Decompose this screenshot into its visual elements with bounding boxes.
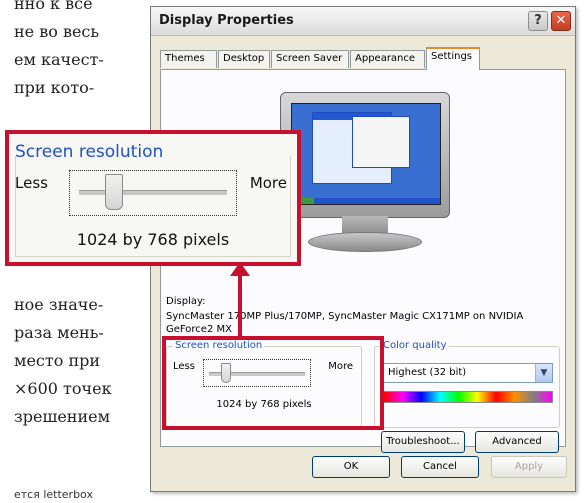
apply-button[interactable]: Apply xyxy=(491,456,567,478)
tab-appearance[interactable]: Appearance xyxy=(350,50,425,68)
background-text-line: ×600 точек xyxy=(14,379,112,398)
title-bar[interactable]: Display Properties ? ✕ xyxy=(151,7,575,36)
troubleshoot-button[interactable]: Troubleshoot... xyxy=(381,431,465,453)
close-icon[interactable]: ✕ xyxy=(551,11,571,31)
preview-window-secondary xyxy=(352,116,410,168)
color-quality-group: Color quality Highest (32 bit) ▼ xyxy=(374,340,560,428)
chevron-down-icon[interactable]: ▼ xyxy=(535,364,552,382)
callout-legend: Screen resolution xyxy=(15,142,164,162)
callout-slider-track xyxy=(79,190,227,195)
ok-button[interactable]: OK xyxy=(312,456,390,478)
display-value: SyncMaster 170MP Plus/170MP, SyncMaster … xyxy=(166,311,524,335)
background-text-line: не во весь xyxy=(14,22,100,41)
color-quality-legend: Color quality xyxy=(381,340,449,351)
background-text-line: ем качест- xyxy=(14,50,104,69)
callout-resolution-value: 1024 by 768 pixels xyxy=(76,230,230,249)
display-label: Display: xyxy=(166,296,206,307)
monitor-screen xyxy=(291,103,441,205)
preview-taskbar xyxy=(292,198,440,204)
callout-arrow-head xyxy=(230,262,250,276)
monitor-preview xyxy=(280,92,450,260)
background-text-line: зрешением xyxy=(14,407,111,426)
callout-less-label: Less xyxy=(15,174,48,192)
callout-more-label: More xyxy=(249,174,287,192)
tab-themes[interactable]: Themes xyxy=(160,50,217,68)
monitor-bezel xyxy=(280,92,450,218)
background-text-line: при кото- xyxy=(14,78,95,97)
background-text-line: место при xyxy=(14,351,101,370)
dialog-title: Display Properties xyxy=(159,13,294,28)
background-text-line: нно к все xyxy=(14,0,93,13)
background-text-line: ное значе- xyxy=(14,295,104,314)
tab-screen-saver[interactable]: Screen Saver xyxy=(271,50,349,68)
screen-resolution-callout: Screen resolution Less More 1024 by 768 … xyxy=(5,130,301,266)
background-text-line: ется letterbox xyxy=(14,488,93,501)
callout-arrow-shaft xyxy=(238,272,242,336)
background-text-line: раза мень- xyxy=(14,323,104,342)
cancel-button[interactable]: Cancel xyxy=(401,456,479,478)
help-icon[interactable]: ? xyxy=(528,11,548,31)
advanced-button[interactable]: Advanced xyxy=(475,431,559,453)
tab-desktop[interactable]: Desktop xyxy=(218,50,270,68)
tab-settings[interactable]: Settings xyxy=(426,47,480,70)
highlight-box xyxy=(162,336,384,430)
color-quality-select[interactable]: Highest (32 bit) ▼ xyxy=(383,363,553,383)
color-spectrum-bar xyxy=(383,391,553,403)
monitor-base xyxy=(308,232,422,252)
callout-slider-thumb xyxy=(105,174,123,210)
color-quality-value: Highest (32 bit) xyxy=(388,367,467,378)
